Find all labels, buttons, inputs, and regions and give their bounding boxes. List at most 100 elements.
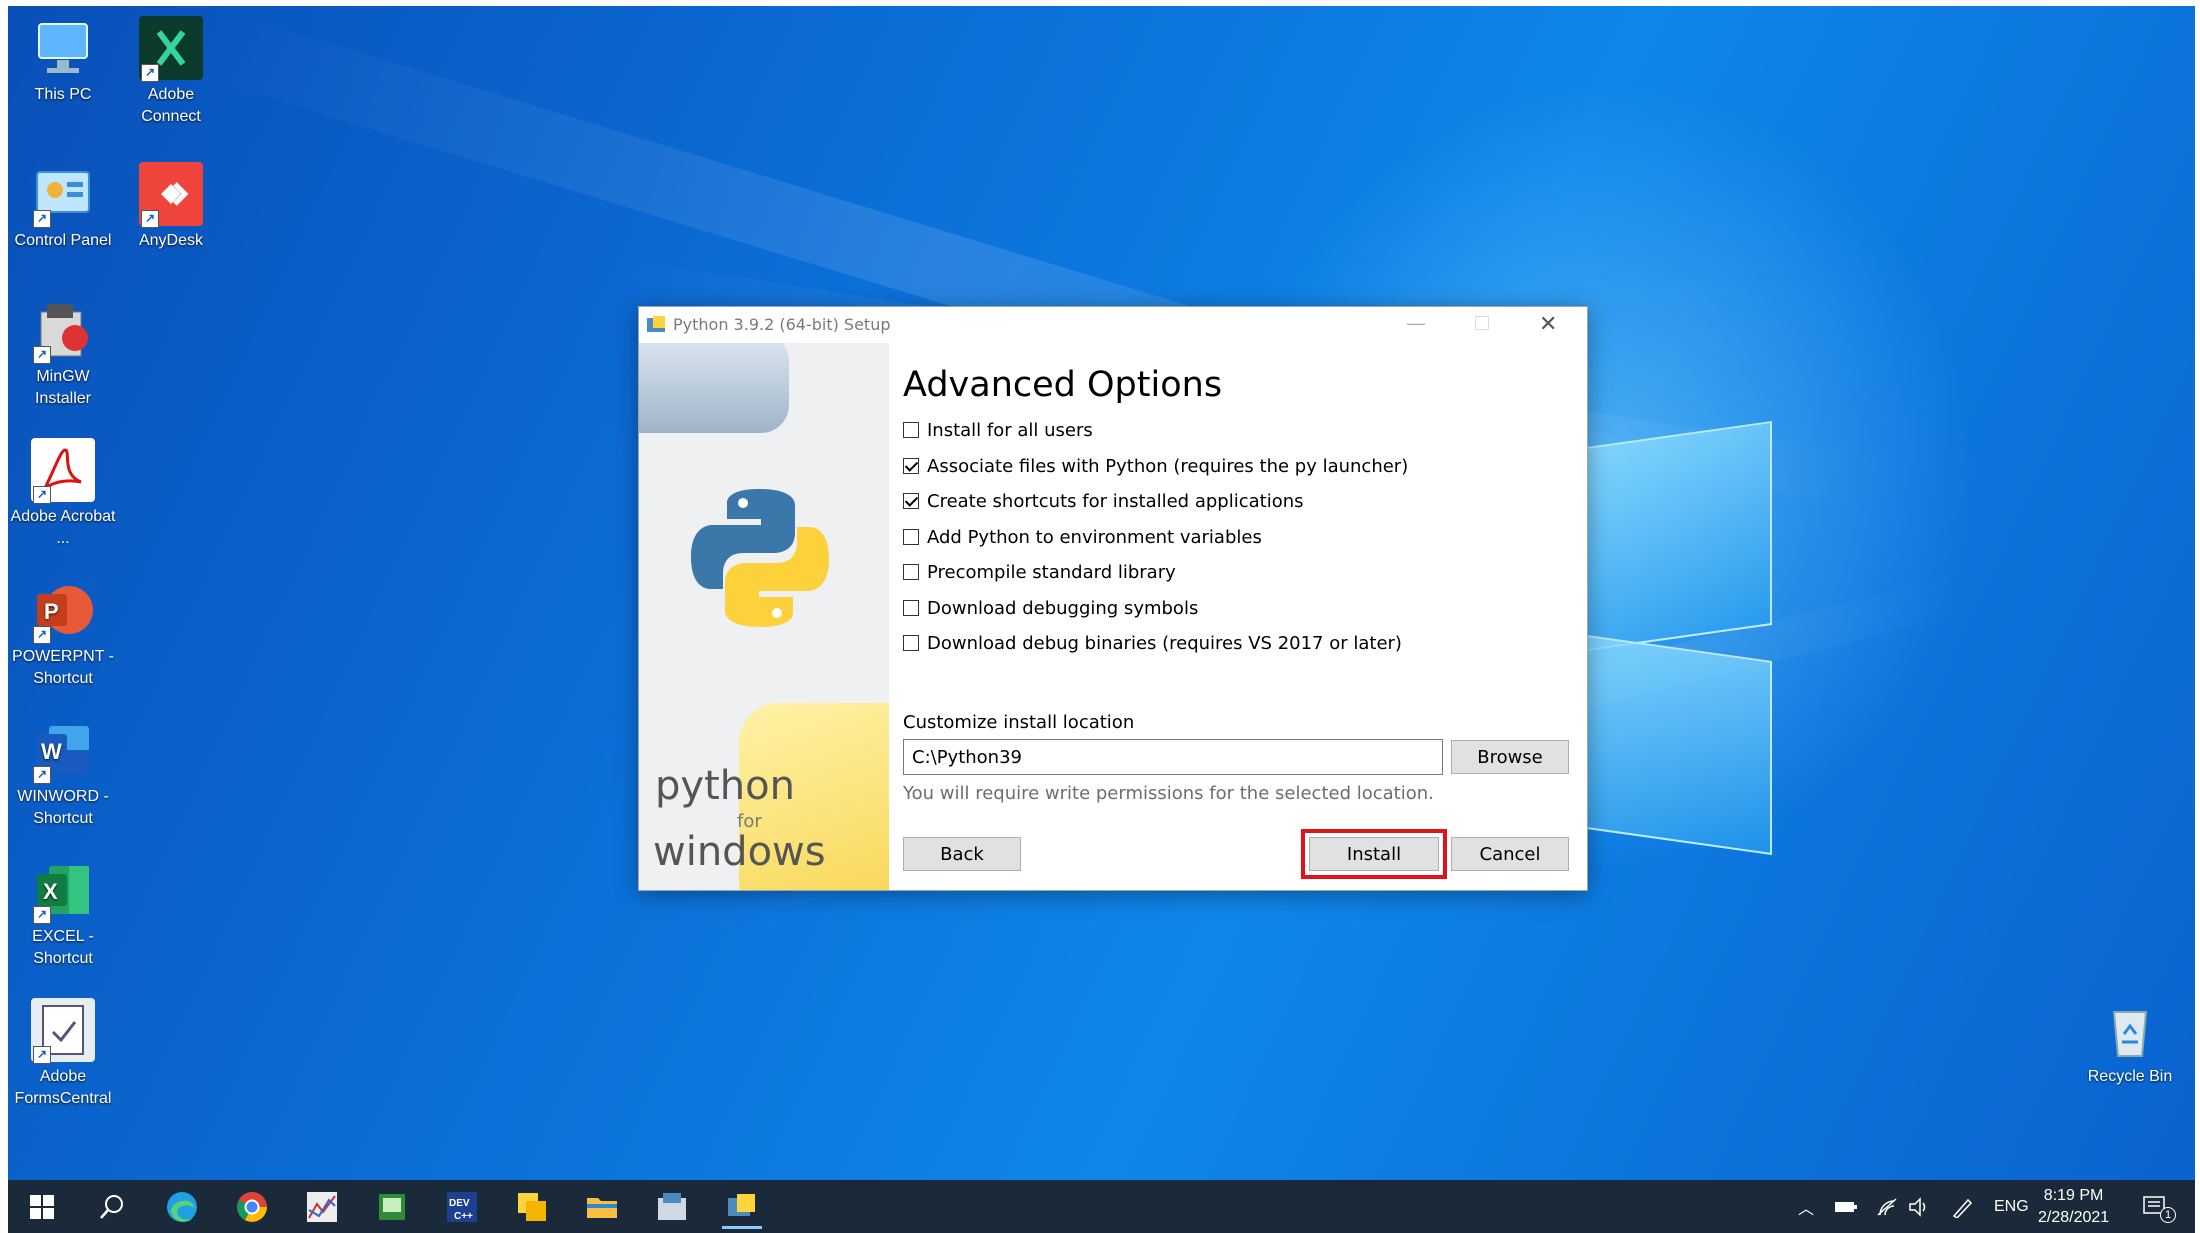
- volume-icon[interactable]: [1908, 1180, 1932, 1233]
- desktop-icon-mingw-installer[interactable]: ↗ MinGW Installer: [8, 298, 118, 410]
- icon-label: This PC: [34, 86, 92, 103]
- clock-date: 2/28/2021: [2038, 1208, 2110, 1226]
- checkbox[interactable]: [903, 600, 919, 616]
- option-debug-binaries[interactable]: Download debug binaries (requires VS 201…: [903, 630, 1402, 656]
- acrobat-icon: ↗: [31, 438, 95, 504]
- icon-label: Recycle Bin: [2087, 1068, 2173, 1085]
- shortcut-arrow-icon: ↗: [141, 210, 159, 228]
- desktop-icon-control-panel[interactable]: ↗ Control Panel: [8, 162, 118, 252]
- branding-word-python: python: [655, 763, 795, 809]
- branding-word-windows: windows: [653, 829, 826, 875]
- option-add-to-path[interactable]: Add Python to environment variables: [903, 524, 1262, 550]
- close-icon[interactable]: ✕: [1539, 311, 1557, 337]
- shortcut-arrow-icon: ↗: [141, 64, 159, 82]
- language-indicator[interactable]: ENG: [1994, 1180, 2029, 1233]
- python-setup-dialog: Python 3.9.2 (64-bit) Setup — ✕ python f…: [638, 306, 1588, 891]
- taskbar-file-explorer[interactable]: [582, 1188, 622, 1226]
- checkbox[interactable]: [903, 529, 919, 545]
- checkbox[interactable]: [903, 493, 919, 509]
- clock[interactable]: 8:19 PM 2/28/2021: [2038, 1180, 2109, 1233]
- icon-label: WINWORD - Shortcut: [17, 788, 109, 827]
- browse-button[interactable]: Browse: [1451, 740, 1569, 774]
- taskbar-chrome[interactable]: [232, 1188, 272, 1226]
- python-branding-panel: python for windows: [639, 343, 889, 890]
- dialog-titlebar[interactable]: Python 3.9.2 (64-bit) Setup — ✕: [639, 307, 1587, 343]
- minimize-icon[interactable]: —: [1407, 313, 1425, 334]
- edge-icon: [167, 1192, 197, 1222]
- cancel-button[interactable]: Cancel: [1451, 837, 1569, 871]
- shortcut-arrow-icon: ↗: [33, 626, 51, 644]
- checkbox[interactable]: [903, 564, 919, 580]
- install-button-highlight: [1301, 829, 1447, 879]
- decorative-shape: [639, 343, 789, 433]
- search-icon: [100, 1195, 123, 1219]
- checkbox[interactable]: [903, 635, 919, 651]
- desktop-icon-adobe-connect[interactable]: ↗ Adobe Connect: [116, 16, 226, 128]
- option-create-shortcuts[interactable]: Create shortcuts for installed applicati…: [903, 488, 1304, 514]
- start-button[interactable]: [22, 1188, 62, 1226]
- taskbar-edge[interactable]: [162, 1188, 202, 1226]
- clock-time: 8:19 PM: [2043, 1186, 2104, 1204]
- chevron-up-icon: ︿: [1798, 1200, 1815, 1218]
- desktop-icon-adobe-formscentral[interactable]: ↗ Adobe FormsCentral: [8, 998, 118, 1110]
- dev-cpp-icon: DEV C++: [447, 1192, 477, 1222]
- taskbar-green-app[interactable]: [372, 1188, 412, 1226]
- option-label: Add Python to environment variables: [927, 526, 1262, 548]
- folder-icon: [587, 1198, 617, 1218]
- desktop-icon-word[interactable]: W ↗ WINWORD - Shortcut: [8, 718, 118, 830]
- recycle-bin-icon: [2098, 998, 2162, 1062]
- notification-badge: 1: [2160, 1206, 2176, 1223]
- desktop-icon-excel[interactable]: X ↗ EXCEL - Shortcut: [8, 858, 118, 970]
- icon-label: Adobe Connect: [141, 86, 201, 125]
- icon-label: POWERPNT - Shortcut: [12, 648, 114, 687]
- show-hidden-icons[interactable]: ︿: [1798, 1180, 1814, 1233]
- wifi-icon[interactable]: [1876, 1180, 1898, 1233]
- checkbox[interactable]: [903, 458, 919, 474]
- chart-app-icon: [307, 1192, 337, 1222]
- pen-icon[interactable]: [1950, 1180, 1974, 1233]
- option-precompile-stdlib[interactable]: Precompile standard library: [903, 559, 1176, 585]
- maximize-icon[interactable]: [1475, 316, 1489, 330]
- taskbar-devcpp[interactable]: DEV C++: [442, 1188, 482, 1226]
- icon-label: Adobe Acrobat ...: [10, 508, 116, 547]
- shortcut-arrow-icon: ↗: [33, 1046, 51, 1064]
- taskbar-setup-app[interactable]: [652, 1188, 692, 1226]
- computer-icon: [31, 16, 95, 80]
- mingw-icon: ↗: [31, 298, 95, 364]
- search-button[interactable]: [92, 1188, 132, 1226]
- windows-start-icon: [30, 1195, 54, 1219]
- svg-text:P: P: [44, 599, 59, 624]
- formscentral-icon: ↗: [31, 998, 95, 1064]
- option-label: Install for all users: [927, 419, 1093, 441]
- desktop-icon-anydesk[interactable]: ↗ AnyDesk: [116, 162, 226, 252]
- option-associate-files[interactable]: Associate files with Python (requires th…: [903, 453, 1408, 479]
- green-app-icon: [379, 1194, 405, 1220]
- shortcut-arrow-icon: ↗: [33, 906, 51, 924]
- shortcut-arrow-icon: ↗: [33, 766, 51, 784]
- taskbar-python-setup[interactable]: [722, 1188, 762, 1229]
- taskbar-sticky-notes[interactable]: [512, 1188, 552, 1226]
- option-install-all-users[interactable]: Install for all users: [903, 417, 1093, 443]
- desktop-icon-this-pc[interactable]: This PC: [8, 16, 118, 106]
- notification-center[interactable]: 1: [2142, 1180, 2184, 1233]
- icon-label: MinGW Installer: [34, 368, 92, 407]
- back-button[interactable]: Back: [903, 837, 1021, 871]
- battery-icon[interactable]: [1834, 1180, 1858, 1233]
- desktop-icon-adobe-acrobat[interactable]: ↗ Adobe Acrobat ...: [8, 438, 118, 550]
- icon-label: AnyDesk: [138, 232, 204, 249]
- icon-label: EXCEL - Shortcut: [32, 928, 94, 967]
- option-debug-symbols[interactable]: Download debugging symbols: [903, 595, 1198, 621]
- powerpoint-icon: P ↗: [31, 578, 95, 644]
- chrome-icon: [237, 1192, 267, 1222]
- excel-icon: X ↗: [31, 858, 95, 924]
- page-title: Advanced Options: [903, 365, 1223, 405]
- taskbar-chart-app[interactable]: [302, 1188, 342, 1226]
- desktop-icon-recycle-bin[interactable]: Recycle Bin: [2075, 998, 2185, 1088]
- option-label: Download debug binaries (requires VS 201…: [927, 632, 1402, 654]
- checkbox[interactable]: [903, 422, 919, 438]
- install-location-input[interactable]: [903, 739, 1443, 775]
- icon-label: Adobe FormsCentral: [14, 1068, 112, 1107]
- desktop-icon-powerpoint[interactable]: P ↗ POWERPNT - Shortcut: [8, 578, 118, 690]
- word-icon: W ↗: [31, 718, 95, 784]
- svg-text:DEV: DEV: [449, 1198, 470, 1209]
